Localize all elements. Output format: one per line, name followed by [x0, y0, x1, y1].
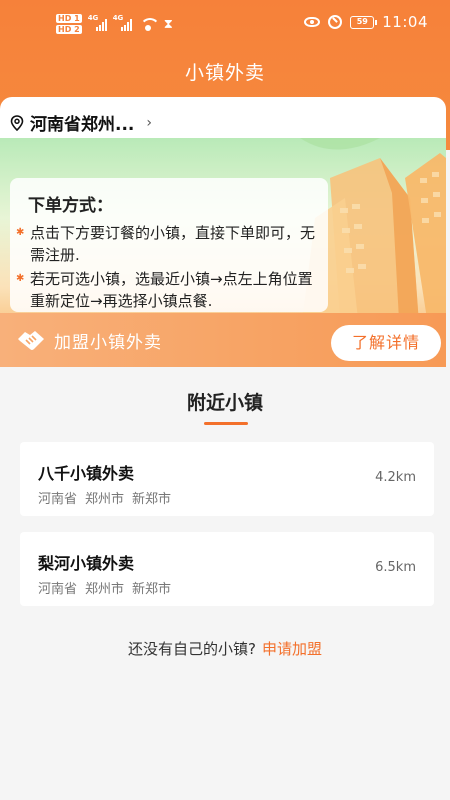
- clock-time: 11:04: [382, 13, 428, 31]
- network-label: 4G: [87, 14, 99, 22]
- status-bar: HD 1 HD 2 4G 4G ⧗ 59 11:04: [0, 0, 450, 50]
- alarm-icon: [328, 15, 343, 29]
- status-right: 59 11:04: [304, 13, 428, 31]
- location-card: 河南省郑州... › 下单方式： ✱ 点击下方要订餐的小镇，直接下单即可，无需注…: [0, 97, 446, 367]
- town-item[interactable]: 八千小镇外卖 河南省 郑州市 新郑市 4.2km: [20, 442, 434, 516]
- wifi-icon: [139, 18, 160, 31]
- instruction-rule-2: ✱ 若无可选小镇，选最近小镇→点左上角位置重新定位→再选择小镇点餐.: [16, 268, 316, 312]
- hourglass-icon: ⧗: [163, 16, 173, 32]
- town-address: 河南省 郑州市 新郑市: [38, 578, 171, 597]
- rule-1-text: 点击下方要订餐的小镇，直接下单即可，无需注册.: [30, 224, 316, 264]
- status-left: HD 1 HD 2 4G 4G ⧗: [56, 14, 173, 34]
- handshake-icon: [18, 331, 44, 350]
- town-city: 郑州市: [85, 492, 125, 507]
- town-name: 梨河小镇外卖: [38, 554, 135, 573]
- town-distance: 6.5km: [375, 560, 416, 575]
- town-item[interactable]: 梨河小镇外卖 河南省 郑州市 新郑市 6.5km: [20, 532, 434, 606]
- apply-prompt: 还没有自己的小镇? 申请加盟: [0, 638, 450, 659]
- app-screen: HD 1 HD 2 4G 4G ⧗ 59 11:04 小镇外卖 河南省郑州...…: [0, 0, 450, 800]
- town-distance: 4.2km: [375, 470, 416, 485]
- learn-more-button[interactable]: 了解详情: [331, 325, 441, 361]
- eye-icon: [304, 17, 321, 27]
- battery-icon: 59: [350, 15, 378, 29]
- network-label-2: 4G: [112, 14, 124, 22]
- town-address: 河南省 郑州市 新郑市: [38, 488, 171, 507]
- location-selector[interactable]: 河南省郑州... ›: [10, 110, 152, 135]
- apply-join-link[interactable]: 申请加盟: [262, 640, 322, 658]
- town-name: 八千小镇外卖: [38, 464, 135, 483]
- town-district: 新郑市: [132, 582, 172, 597]
- town-province: 河南省: [38, 492, 78, 507]
- instructions-title: 下单方式：: [28, 196, 113, 216]
- star-icon: ✱: [16, 227, 25, 238]
- town-district: 新郑市: [132, 492, 172, 507]
- nearby-title: 附近小镇: [186, 392, 263, 414]
- town-city: 郑州市: [85, 582, 125, 597]
- signal-icon: 4G: [87, 14, 107, 31]
- join-bar: 加盟小镇外卖 了解详情: [0, 313, 446, 367]
- instruction-rule-1: ✱ 点击下方要订餐的小镇，直接下单即可，无需注册.: [16, 222, 316, 266]
- star-icon: ✱: [16, 273, 25, 284]
- section-underline: [204, 422, 248, 425]
- location-text: 河南省郑州...: [30, 115, 135, 135]
- chevron-right-icon: ›: [146, 114, 152, 131]
- hd1-badge: HD 1: [56, 14, 82, 23]
- location-pin-icon: [10, 114, 24, 131]
- signal-icon-2: 4G: [112, 14, 132, 31]
- hd2-badge: HD 2: [56, 25, 82, 34]
- rule-2-text: 若无可选小镇，选最近小镇→点左上角位置重新定位→再选择小镇点餐.: [30, 270, 313, 310]
- order-banner: 下单方式： ✱ 点击下方要订餐的小镇，直接下单即可，无需注册. ✱ 若无可选小镇…: [0, 138, 446, 367]
- order-instructions: 下单方式： ✱ 点击下方要订餐的小镇，直接下单即可，无需注册. ✱ 若无可选小镇…: [10, 178, 328, 312]
- hd-badges: HD 1 HD 2: [56, 14, 82, 34]
- town-province: 河南省: [38, 582, 78, 597]
- join-text: 加盟小镇外卖: [54, 333, 162, 353]
- page-title: 小镇外卖: [184, 62, 265, 84]
- apply-question: 还没有自己的小镇?: [128, 640, 256, 658]
